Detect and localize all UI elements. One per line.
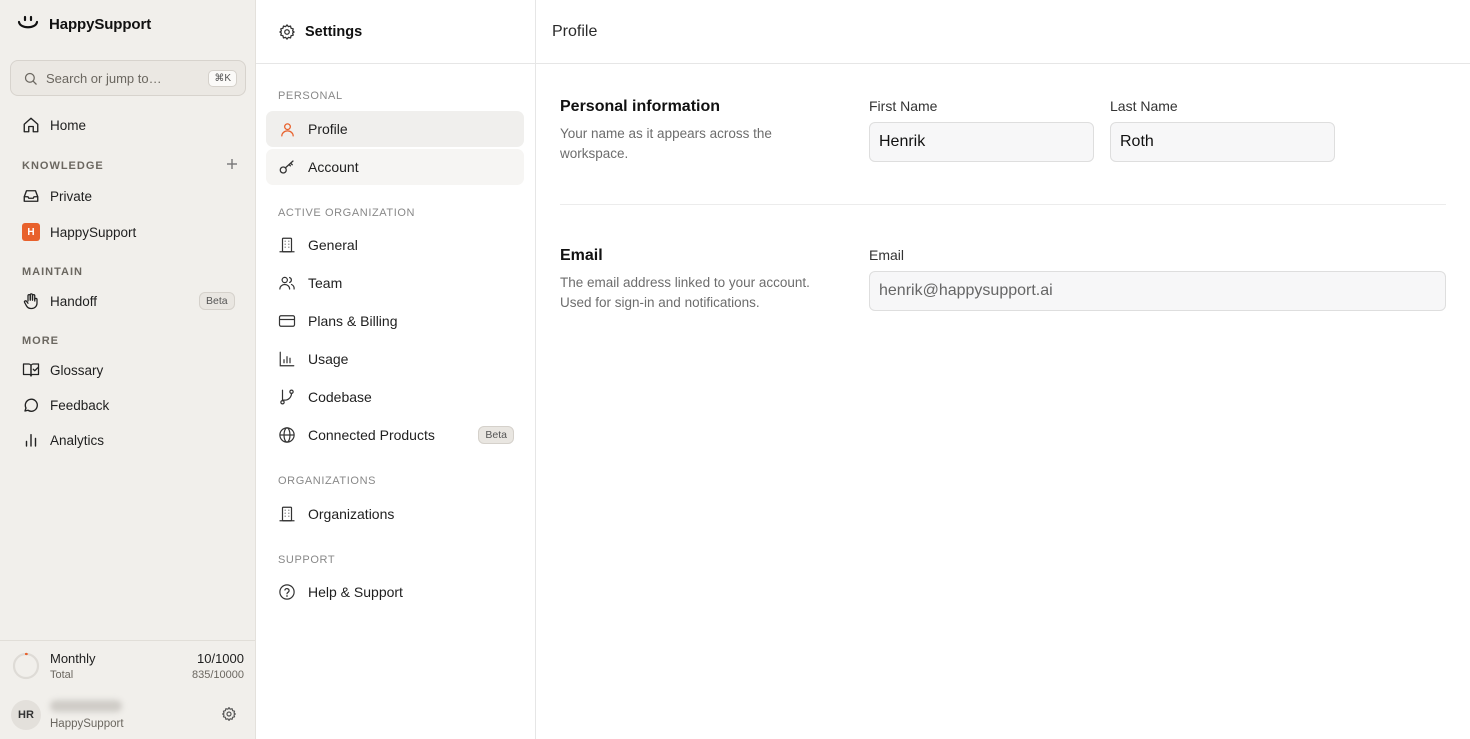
building-icon: [278, 505, 296, 523]
settings-item-plans-billing[interactable]: Plans & Billing: [266, 303, 524, 339]
settings-item-help-support[interactable]: Help & Support: [266, 574, 524, 610]
sidebar-item-private[interactable]: Private: [12, 181, 244, 211]
settings-item-label: Connected Products: [308, 427, 435, 443]
search-input[interactable]: Search or jump to… ⌘K: [10, 60, 246, 96]
settings-nav: Settings PERSONAL Profile Account ACTIVE…: [256, 0, 536, 739]
hand-icon: [22, 292, 40, 310]
section-desc-email: The email address linked to your account…: [560, 275, 810, 310]
search-shortcut: ⌘K: [208, 69, 237, 87]
section-title-personal: Personal information: [560, 98, 721, 115]
settings-item-account[interactable]: Account: [266, 149, 524, 185]
building-icon: [278, 236, 296, 254]
sidebar-item-analytics[interactable]: Analytics: [12, 425, 244, 455]
gear-icon: [278, 23, 296, 41]
credit-card-icon: [278, 312, 296, 330]
section-label-personal: PERSONAL: [278, 90, 343, 102]
settings-item-team[interactable]: Team: [266, 265, 524, 301]
search-icon: [23, 71, 38, 86]
user-org: HappySupport: [50, 718, 124, 730]
settings-item-usage[interactable]: Usage: [266, 341, 524, 377]
sidebar-item-glossary[interactable]: Glossary: [12, 355, 244, 385]
beta-badge: Beta: [199, 292, 235, 310]
settings-item-label: Plans & Billing: [308, 313, 398, 329]
add-knowledge-button[interactable]: [226, 158, 238, 170]
app-sidebar: HappySupport Search or jump to… ⌘K Home …: [0, 0, 256, 739]
section-label-maintain: MAINTAIN: [22, 266, 83, 278]
gear-icon[interactable]: [221, 706, 237, 722]
email-label: Email: [869, 247, 905, 263]
avatar: HR: [11, 700, 41, 730]
chart-icon: [278, 350, 296, 368]
settings-item-label: Codebase: [308, 389, 372, 405]
sidebar-item-label: HappySupport: [50, 224, 137, 240]
usage-summary[interactable]: Monthly Total 10/1000 835/10000: [0, 640, 255, 690]
sidebar-item-feedback[interactable]: Feedback: [12, 390, 244, 420]
inbox-icon: [22, 187, 40, 205]
settings-item-general[interactable]: General: [266, 227, 524, 263]
message-circle-icon: [22, 396, 40, 414]
brand-name: HappySupport: [49, 15, 152, 33]
section-label-support: SUPPORT: [278, 554, 336, 566]
first-name-field[interactable]: [869, 122, 1094, 162]
home-icon: [22, 116, 40, 134]
first-name-label: First Name: [869, 98, 938, 114]
key-icon: [278, 158, 296, 176]
sidebar-item-label: Handoff: [50, 293, 98, 309]
main-content: Profile Personal information Your name a…: [536, 0, 1470, 739]
usage-title: Monthly: [50, 651, 96, 666]
settings-item-label: Profile: [308, 121, 348, 137]
section-label-more: MORE: [22, 335, 59, 347]
sidebar-item-label: Feedback: [50, 397, 110, 413]
email-field[interactable]: [869, 271, 1446, 311]
git-branch-icon: [278, 388, 296, 406]
usage-progress-ring: [12, 652, 40, 680]
sidebar-item-label: Home: [50, 117, 87, 133]
smile-logo-icon: [16, 12, 40, 36]
settings-item-organizations[interactable]: Organizations: [266, 496, 524, 532]
settings-item-label: Organizations: [308, 506, 395, 522]
usage-subtitle: Total: [50, 669, 74, 681]
beta-badge: Beta: [478, 426, 514, 444]
last-name-label: Last Name: [1110, 98, 1178, 114]
section-label-knowledge: KNOWLEDGE: [22, 160, 104, 172]
section-divider: [560, 204, 1446, 205]
last-name-field[interactable]: [1110, 122, 1335, 162]
usage-value: 10/1000: [197, 651, 244, 666]
section-label-active-org: ACTIVE ORGANIZATION: [278, 207, 416, 219]
settings-item-profile[interactable]: Profile: [266, 111, 524, 147]
sidebar-item-home[interactable]: Home: [12, 110, 244, 140]
page-title: Profile: [536, 0, 1470, 64]
settings-item-label: Team: [308, 275, 343, 291]
section-desc-personal: Your name as it appears across the works…: [560, 126, 772, 161]
settings-item-label: Help & Support: [308, 584, 403, 600]
sidebar-item-happysupport[interactable]: H HappySupport: [12, 217, 244, 247]
org-avatar: H: [22, 223, 40, 241]
search-placeholder: Search or jump to…: [46, 70, 162, 86]
globe-icon: [278, 426, 296, 444]
settings-item-connected-products[interactable]: Connected Products Beta: [266, 417, 524, 453]
settings-item-codebase[interactable]: Codebase: [266, 379, 524, 415]
section-title-email: Email: [560, 247, 603, 264]
usage-total: 835/10000: [192, 669, 244, 681]
settings-item-label: Account: [308, 159, 359, 175]
settings-item-label: General: [308, 237, 358, 253]
sidebar-item-label: Glossary: [50, 362, 104, 378]
book-check-icon: [22, 361, 40, 379]
section-label-organizations: ORGANIZATIONS: [278, 475, 377, 487]
settings-title: Settings: [305, 23, 363, 40]
user-name-redacted: [50, 700, 122, 712]
sidebar-item-label: Analytics: [50, 432, 105, 448]
user-icon: [278, 120, 296, 138]
help-circle-icon: [278, 583, 296, 601]
sidebar-item-handoff[interactable]: Handoff Beta: [12, 286, 244, 316]
bar-chart-icon: [22, 431, 40, 449]
users-icon: [278, 274, 296, 292]
settings-item-label: Usage: [308, 351, 349, 367]
brand[interactable]: HappySupport: [16, 12, 151, 36]
settings-header: Settings: [256, 0, 535, 64]
user-profile[interactable]: HR HappySupport: [0, 690, 255, 739]
sidebar-item-label: Private: [50, 188, 93, 204]
